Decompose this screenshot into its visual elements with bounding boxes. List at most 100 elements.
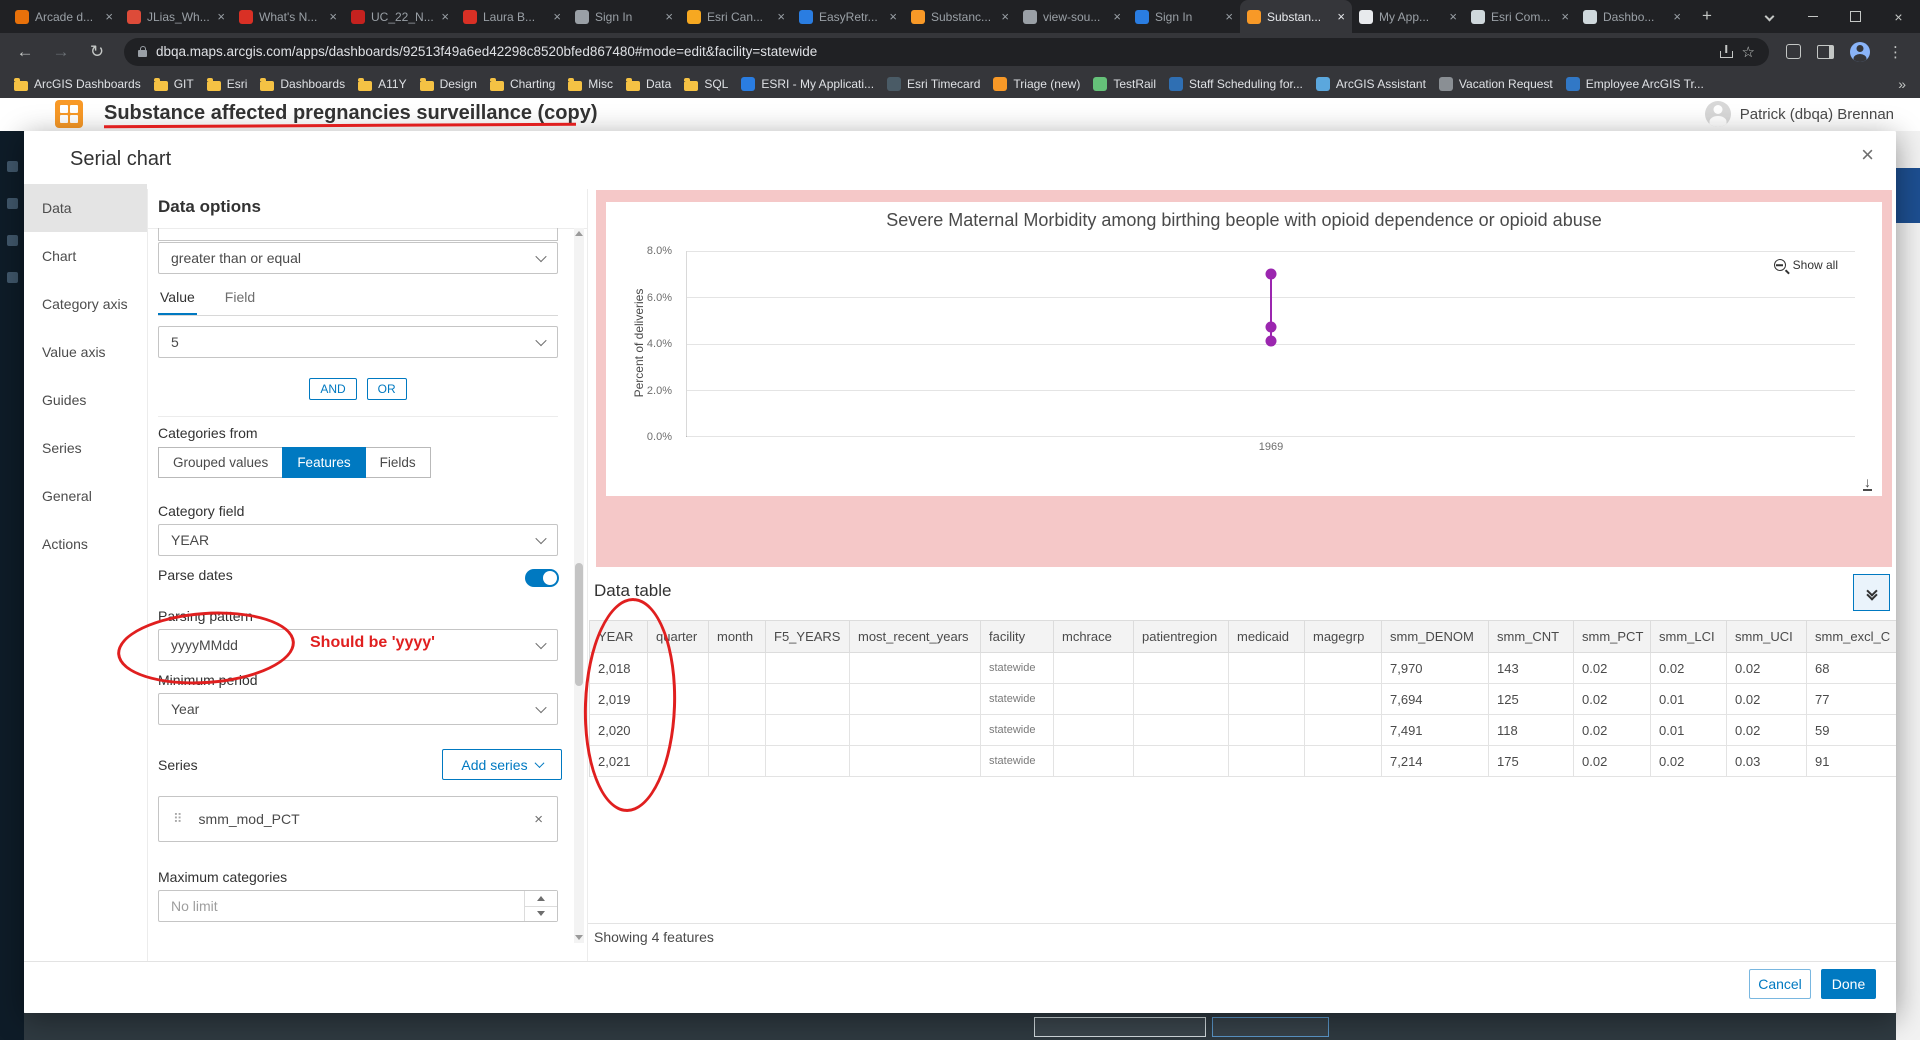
tab-close-icon[interactable]: × [1001,9,1009,24]
column-header[interactable]: patientregion [1134,621,1229,653]
bookmark-item[interactable]: SQL [684,77,728,91]
drag-handle-icon[interactable]: ⠿ [173,812,183,827]
scrollbar-thumb[interactable] [575,563,583,686]
browser-tab[interactable]: What's N... × [232,0,344,33]
bookmark-star-icon[interactable]: ☆ [1742,43,1755,61]
bookmark-item[interactable]: Staff Scheduling for... [1169,77,1303,91]
profile-avatar[interactable] [1850,41,1870,62]
tab-field[interactable]: Field [223,285,257,315]
add-series-button[interactable]: Add series [442,749,562,780]
bookmark-item[interactable]: Employee ArcGIS Tr... [1565,77,1704,91]
features-button[interactable]: Features [282,447,366,478]
modal-nav-item[interactable]: Guides [24,376,147,424]
column-header[interactable]: smm_excl_C [1807,621,1896,653]
modal-nav-item[interactable]: General [24,472,147,520]
tab-close-icon[interactable]: × [1561,9,1569,24]
collapse-table-button[interactable] [1853,574,1890,611]
modal-nav-item[interactable]: Category axis [24,280,147,328]
browser-tab[interactable]: Dashbo... × [1576,0,1688,33]
bookmark-item[interactable]: Esri [206,77,247,91]
column-header[interactable]: F5_YEARS [766,621,850,653]
bookmark-item[interactable]: Triage (new) [993,77,1080,91]
tab-close-icon[interactable]: × [1225,9,1233,24]
bookmark-item[interactable]: Vacation Request [1438,77,1553,91]
cancel-button[interactable]: Cancel [1749,969,1811,999]
minimize-button[interactable] [1791,0,1834,33]
browser-tab[interactable]: EasyRetr... × [792,0,904,33]
tab-close-icon[interactable]: × [441,9,449,24]
modal-nav-item[interactable]: Value axis [24,328,147,376]
back-button[interactable]: ← [10,42,40,62]
bookmark-item[interactable]: Design [419,77,477,91]
user-menu[interactable]: Patrick (dbqa) Brennan [1704,101,1894,127]
scrollbar-down-icon[interactable] [575,935,583,940]
tab-close-icon[interactable]: × [217,9,225,24]
tab-search-icon[interactable] [1748,0,1791,33]
column-header[interactable]: facility [981,621,1054,653]
modal-nav-item[interactable]: Series [24,424,147,472]
reload-button[interactable]: ↻ [82,42,112,62]
parsing-pattern-select[interactable]: yyyyMMdd [158,629,558,661]
menu-kebab-icon[interactable]: ⋮ [1881,43,1910,61]
extensions-icon[interactable] [1786,44,1801,59]
column-header[interactable]: quarter [648,621,709,653]
column-header[interactable]: smm_CNT [1489,621,1574,653]
tab-close-icon[interactable]: × [777,9,785,24]
browser-tab[interactable]: Laura B... × [456,0,568,33]
column-header[interactable]: month [709,621,766,653]
tab-close-icon[interactable]: × [889,9,897,24]
and-button[interactable]: AND [309,378,357,400]
browser-tab[interactable]: Esri Com... × [1464,0,1576,33]
modal-nav-item[interactable]: Chart [24,232,147,280]
browser-tab[interactable]: Sign In × [568,0,680,33]
stepper-down-icon[interactable] [525,907,557,922]
tab-close-icon[interactable]: × [665,9,673,24]
tab-close-icon[interactable]: × [1337,9,1345,24]
browser-tab[interactable]: My App... × [1352,0,1464,33]
bookmark-item[interactable]: Esri Timecard [887,77,980,91]
column-header[interactable]: most_recent_years [850,621,981,653]
tab-close-icon[interactable]: × [105,9,113,24]
side-panel-icon[interactable] [1817,44,1834,59]
remove-series-icon[interactable]: × [534,811,543,828]
column-header[interactable]: smm_UCI [1727,621,1807,653]
download-icon[interactable]: ↓ [1863,474,1872,492]
operator-select[interactable]: greater than or equal [158,242,558,274]
column-header[interactable]: smm_DENOM [1382,621,1489,653]
maximize-button[interactable] [1834,0,1877,33]
share-icon[interactable] [1719,45,1733,58]
done-button[interactable]: Done [1821,969,1876,999]
category-field-select[interactable]: YEAR [158,524,558,556]
or-button[interactable]: OR [366,378,407,400]
scrollbar-up-icon[interactable] [575,231,583,236]
column-header[interactable]: smm_PCT [1574,621,1651,653]
tab-close-icon[interactable]: × [329,9,337,24]
browser-tab[interactable]: Esri Can... × [680,0,792,33]
bookmark-item[interactable]: Dashboards [260,77,345,91]
column-header[interactable]: medicaid [1229,621,1305,653]
bookmark-item[interactable]: Data [625,77,671,91]
condition-value-select[interactable]: 5 [158,326,558,358]
modal-nav-item[interactable]: Data [24,184,147,232]
column-header[interactable]: magegrp [1305,621,1382,653]
tab-close-icon[interactable]: × [1449,9,1457,24]
browser-tab[interactable]: UC_22_N... × [344,0,456,33]
browser-tab[interactable]: Substan... × [1240,0,1352,33]
bookmark-item[interactable]: Misc [568,77,613,91]
fields-button[interactable]: Fields [364,447,431,478]
browser-tab[interactable]: view-sou... × [1016,0,1128,33]
modal-close-icon[interactable]: × [1861,142,1874,168]
address-bar[interactable]: dbqa.maps.arcgis.com/apps/dashboards/925… [124,37,1769,66]
tab-close-icon[interactable]: × [553,9,561,24]
browser-tab[interactable]: JLias_Wh... × [120,0,232,33]
new-tab-button[interactable]: + [1694,3,1720,29]
column-header[interactable]: smm_LCI [1651,621,1727,653]
bookmark-item[interactable]: A11Y [358,77,407,91]
grouped-values-button[interactable]: Grouped values [158,447,284,478]
bookmark-item[interactable]: ESRI - My Applicati... [741,77,874,91]
column-header[interactable]: YEAR [590,621,648,653]
forward-button[interactable]: → [46,42,76,62]
tab-value[interactable]: Value [158,285,197,315]
bookmark-item[interactable]: ArcGIS Dashboards [14,77,141,91]
tab-close-icon[interactable]: × [1113,9,1121,24]
